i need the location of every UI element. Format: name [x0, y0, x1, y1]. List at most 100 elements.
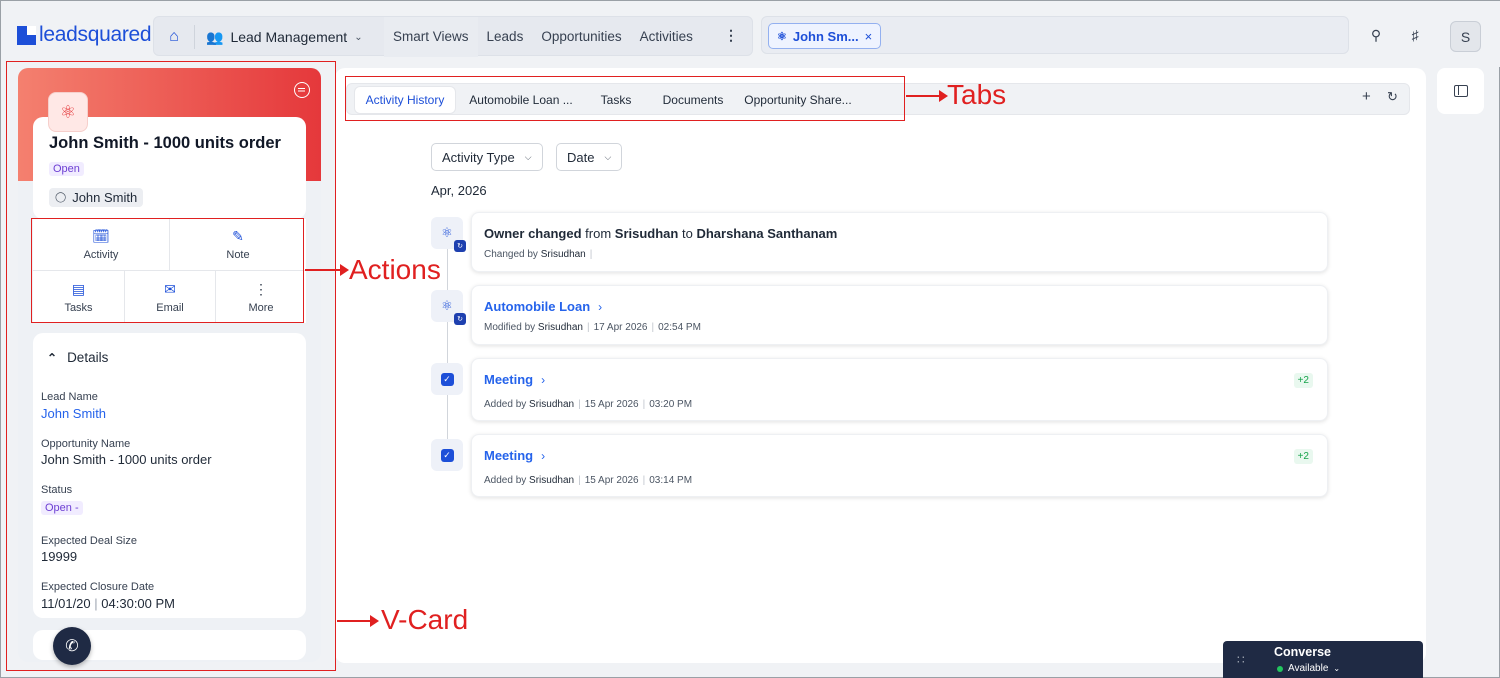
meeting-icon: ✓ — [431, 363, 463, 395]
opportunity-update-icon: ⚛ ↻ — [431, 290, 466, 325]
timeline-item[interactable]: Meeting › +2 Added by Srisudhan | 15 Apr 20… — [471, 358, 1328, 421]
title-text: Meeting — [484, 372, 534, 387]
converse-title: Converse — [1274, 645, 1331, 659]
timeline-item-meta: Added by Srisudhan | 15 Apr 2026 | 03:14 PM — [484, 475, 692, 486]
record-tab-bar[interactable]: ⚛ John Sm... × — [761, 16, 1349, 54]
title-event: Owner changed — [484, 226, 582, 241]
checkbox-icon: ✓ — [440, 372, 454, 386]
timeline-item-title[interactable]: Automobile Loan › — [484, 299, 602, 314]
chevron-down-icon: ⌄ — [354, 31, 363, 43]
meta-time: 03:14 PM — [649, 475, 693, 486]
meta-time: 03:20 PM — [649, 399, 693, 410]
nav-activities[interactable]: Activities — [631, 17, 702, 57]
divider: | — [578, 475, 581, 486]
timeline-item[interactable]: Automobile Loan › Modified by Srisudhan | 1… — [471, 285, 1328, 345]
divider: | — [651, 322, 655, 333]
meeting-icon: ✓ — [431, 439, 463, 471]
activity-type-label: Activity Type — [442, 149, 515, 165]
meta-verb: Modified by — [484, 322, 536, 333]
more-participants-badge[interactable]: +2 — [1293, 449, 1313, 464]
meta-time: 02:54 PM — [658, 322, 701, 333]
actions-annotation: Actions — [349, 254, 441, 285]
timeline-item-meta: Added by Srisudhan | 15 Apr 2026 | 03:20 PM — [484, 399, 692, 410]
availability-label: Available — [1288, 663, 1329, 674]
timeline-item-title[interactable]: Meeting › — [484, 372, 545, 387]
vcard-annotation: V-Card — [381, 604, 469, 635]
search-icon[interactable]: ⚲ — [1366, 25, 1386, 45]
brand-logo[interactable]: leadsquared — [17, 23, 152, 47]
timeline-item[interactable]: Owner changed from Srisudhan to Dharshan… — [471, 212, 1328, 272]
meta-user: Srisudhan — [537, 322, 583, 333]
meta-verb: Added by — [484, 475, 527, 486]
nav-divider — [194, 25, 195, 49]
timeline-item-meta: Modified by Srisudhan | 17 Apr 2026 | 02:54 … — [484, 322, 701, 333]
chevron-right-icon: › — [541, 373, 546, 387]
timeline-line — [447, 241, 448, 457]
date-filter[interactable]: Date ⌵ — [556, 143, 623, 171]
open-record-label: John Sm... — [792, 28, 859, 44]
activity-type-filter[interactable]: Activity Type ⌵ — [431, 143, 543, 171]
divider: | — [642, 475, 646, 486]
online-dot-icon — [1277, 665, 1283, 672]
timeline-item-meta: Changed by Srisudhan | — [484, 249, 596, 260]
more-participants-badge[interactable]: +2 — [1293, 373, 1313, 388]
meta-date: 17 Apr 2026 — [593, 322, 648, 333]
meta-verb: Added by — [484, 399, 527, 410]
title-text: Meeting — [484, 448, 534, 463]
tabs-arrow — [906, 90, 948, 102]
open-record-chip[interactable]: ⚛ John Sm... × — [768, 23, 882, 49]
timeline-item[interactable]: Meeting › +2 Added by Srisudhan | 15 Apr 20… — [471, 434, 1328, 497]
owner-change-icon: ⚛ ↻ — [431, 217, 466, 252]
logo-mark-icon — [17, 25, 36, 45]
vcard-arrow — [337, 615, 379, 627]
meta-verb: Changed by — [484, 249, 538, 260]
nav-leads[interactable]: Leads — [478, 17, 533, 57]
availability-status[interactable]: Available ⌄ — [1277, 663, 1340, 674]
converse-widget[interactable]: ∷ Converse Available ⌄ — [1223, 641, 1423, 678]
module-switcher[interactable]: 👥 Lead Management ⌄ — [206, 17, 363, 57]
divider: | — [578, 399, 581, 410]
tabs-highlight-box — [345, 76, 905, 121]
drag-handle-icon[interactable]: ∷ — [1237, 653, 1245, 667]
module-label: Lead Management — [230, 29, 348, 45]
chevron-down-icon: ⌄ — [1333, 664, 1341, 673]
meta-date: 15 Apr 2026 — [584, 475, 639, 486]
title-from-user: Srisudhan — [614, 226, 679, 241]
title-text: Automobile Loan — [484, 299, 591, 314]
close-icon[interactable]: × — [865, 29, 873, 44]
side-panel-toggle[interactable] — [1437, 68, 1484, 114]
meta-user: Srisudhan — [540, 249, 586, 260]
title-to-user: Dharshana Santhanam — [696, 226, 838, 241]
sync-badge-icon: ↻ — [454, 240, 466, 252]
nav-more-icon[interactable]: ⋮ — [724, 27, 738, 44]
bell-icon[interactable]: ♯ — [1405, 25, 1425, 45]
people-icon: 👥 — [206, 28, 224, 45]
timeline-month: Apr, 2026 — [431, 183, 487, 198]
timeline-item-title[interactable]: Meeting › — [484, 448, 545, 463]
sync-badge-icon: ↻ — [454, 313, 466, 325]
meta-user: Srisudhan — [529, 475, 575, 486]
logo-text: leadsquared — [39, 23, 152, 46]
chevron-right-icon: › — [541, 449, 546, 463]
nav-links: Smart Views Leads Opportunities Activiti… — [384, 17, 702, 57]
title-to-word: to — [681, 226, 693, 241]
divider: | — [586, 322, 590, 333]
opportunity-icon: ⚛ — [777, 30, 787, 43]
date-filter-label: Date — [567, 149, 595, 165]
add-tab-icon[interactable]: + — [1362, 88, 1371, 105]
home-icon[interactable]: ⌂ — [162, 25, 186, 49]
title-from-word: from — [585, 226, 612, 241]
checkbox-icon: ✓ — [440, 448, 454, 462]
user-avatar[interactable]: S — [1450, 21, 1481, 52]
nav-smart-views[interactable]: Smart Views — [384, 17, 478, 57]
refresh-icon[interactable]: ↻ — [1387, 89, 1398, 105]
chevron-down-icon: ⌵ — [604, 151, 612, 162]
nav-opportunities[interactable]: Opportunities — [532, 17, 630, 57]
main-navigation: ⌂ 👥 Lead Management ⌄ Smart Views Leads … — [153, 16, 753, 57]
tabs-annotation: Tabs — [947, 79, 1007, 110]
divider: | — [589, 249, 593, 260]
chevron-right-icon: › — [598, 300, 603, 314]
timeline-item-title: Owner changed from Srisudhan to Dharshan… — [484, 226, 837, 241]
side-panel-icon — [1453, 85, 1468, 97]
top-bar: leadsquared ⌂ 👥 Lead Management ⌄ Smart … — [1, 1, 1500, 67]
